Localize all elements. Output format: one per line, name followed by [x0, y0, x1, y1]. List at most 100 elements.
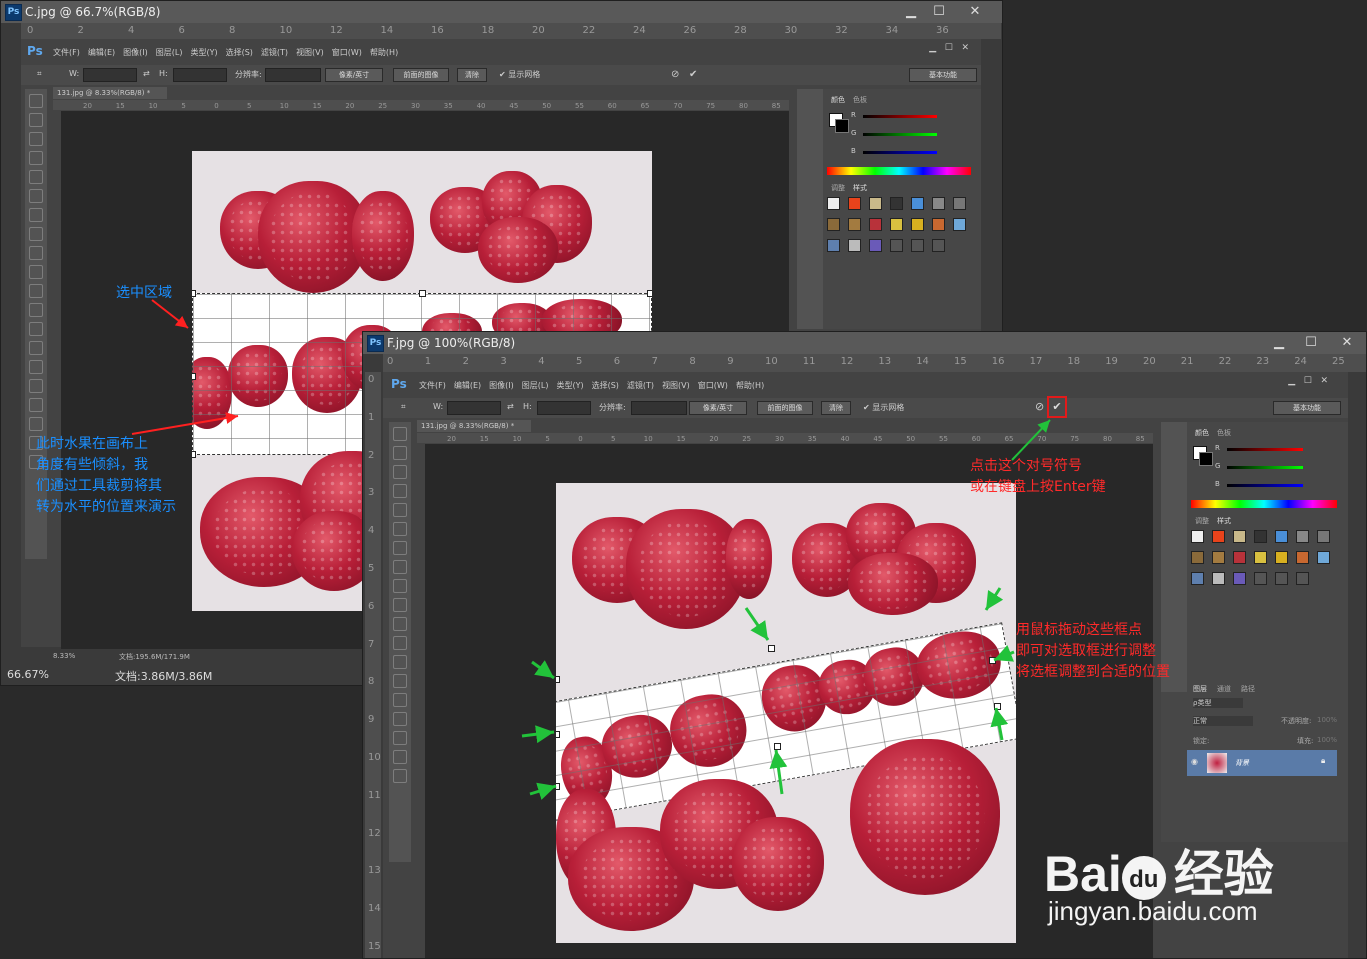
style-swatch[interactable]: [1191, 551, 1204, 564]
channels-tab[interactable]: 通道: [1217, 684, 1231, 694]
crop-handle[interactable]: [556, 783, 560, 790]
tool-icon[interactable]: [393, 503, 407, 517]
front-image-button[interactable]: 前面的图像: [393, 68, 449, 82]
tool-icon[interactable]: [29, 208, 43, 222]
menu-item[interactable]: 文件(F): [419, 380, 446, 391]
menu-item[interactable]: 选择(S): [592, 380, 619, 391]
front-titlebar[interactable]: Ps F.jpg @ 100%(RGB/8) ▁ ☐ ✕: [363, 332, 1366, 354]
minimize-icon[interactable]: ▁: [1261, 333, 1297, 353]
style-swatch[interactable]: [1212, 551, 1225, 564]
tool-icon[interactable]: [393, 484, 407, 498]
style-swatch[interactable]: [1191, 572, 1204, 585]
menu-item[interactable]: 窗口(W): [332, 47, 362, 58]
crop-handle[interactable]: [556, 676, 560, 683]
color-tab[interactable]: 颜色: [1195, 428, 1209, 438]
style-swatch[interactable]: [1212, 530, 1225, 543]
cancel-icon[interactable]: ⊘: [1035, 400, 1044, 413]
adjust-tab[interactable]: 调整: [1195, 516, 1209, 526]
style-swatch[interactable]: [1254, 572, 1267, 585]
r-slider[interactable]: [1227, 448, 1303, 451]
tool-icon[interactable]: [29, 265, 43, 279]
tool-icon[interactable]: [29, 379, 43, 393]
style-swatch[interactable]: [890, 197, 903, 210]
menu-item[interactable]: 帮助(H): [370, 47, 398, 58]
tool-icon[interactable]: [29, 341, 43, 355]
styles-tab[interactable]: 样式: [1217, 516, 1231, 526]
style-swatch[interactable]: [1233, 572, 1246, 585]
r-slider[interactable]: [863, 115, 937, 118]
tool-icon[interactable]: [29, 417, 43, 431]
style-swatch[interactable]: [827, 197, 840, 210]
resolution-field[interactable]: [265, 68, 321, 82]
layer-row-background[interactable]: ◉ 背景 🔒︎: [1187, 750, 1337, 776]
close-icon[interactable]: ✕: [955, 2, 995, 22]
style-swatch[interactable]: [1275, 530, 1288, 543]
tool-icon[interactable]: [393, 731, 407, 745]
front-image-button[interactable]: 前面的图像: [757, 401, 813, 415]
spectrum-bar[interactable]: [827, 167, 971, 175]
style-swatch[interactable]: [911, 197, 924, 210]
crop-handle[interactable]: [647, 290, 652, 297]
style-swatch[interactable]: [848, 197, 861, 210]
width-field[interactable]: [447, 401, 501, 415]
menu-item[interactable]: 窗口(W): [698, 380, 728, 391]
commit-check-button[interactable]: ✔: [1047, 396, 1067, 418]
menu-item[interactable]: 滤镜(T): [627, 380, 654, 391]
clear-button[interactable]: 清除: [457, 68, 487, 82]
fill-value[interactable]: 100%: [1317, 736, 1337, 744]
tool-icon[interactable]: [393, 750, 407, 764]
tool-icon[interactable]: [29, 132, 43, 146]
tool-icon[interactable]: [29, 227, 43, 241]
workspace-select[interactable]: 基本功能: [1273, 401, 1341, 415]
cancel-icon[interactable]: ⊘: [671, 69, 679, 80]
background-color-swatch[interactable]: [835, 119, 849, 133]
style-swatch[interactable]: [1191, 530, 1204, 543]
tool-icon[interactable]: [29, 284, 43, 298]
crop-tool-icon[interactable]: ⌗: [401, 402, 406, 412]
maximize-icon[interactable]: ☐: [921, 2, 957, 22]
paths-tab[interactable]: 路径: [1241, 684, 1255, 694]
style-swatch[interactable]: [1275, 572, 1288, 585]
layer-kind-filter[interactable]: ρ类型: [1193, 698, 1243, 708]
tool-icon[interactable]: [393, 446, 407, 460]
layers-tab[interactable]: 图层: [1193, 684, 1207, 694]
workspace-select[interactable]: 基本功能: [909, 68, 977, 82]
swatches-tab[interactable]: 色板: [853, 95, 867, 105]
tool-icon[interactable]: [393, 693, 407, 707]
style-swatch[interactable]: [827, 218, 840, 231]
front-doc-tab[interactable]: 131.jpg @ 8.33%(RGB/8) *: [417, 420, 531, 432]
style-swatch[interactable]: [1296, 551, 1309, 564]
tool-icon[interactable]: [393, 579, 407, 593]
crop-handle[interactable]: [994, 703, 1001, 710]
b-slider[interactable]: [1227, 484, 1303, 487]
style-swatch[interactable]: [1233, 530, 1246, 543]
tool-icon[interactable]: [393, 674, 407, 688]
swatches-tab[interactable]: 色板: [1217, 428, 1231, 438]
crop-handle[interactable]: [774, 743, 781, 750]
b-slider[interactable]: [863, 151, 937, 154]
tool-icon[interactable]: [393, 560, 407, 574]
style-swatches[interactable]: [1191, 530, 1341, 600]
style-swatch[interactable]: [848, 218, 861, 231]
style-swatch[interactable]: [932, 218, 945, 231]
style-swatch[interactable]: [953, 197, 966, 210]
styles-tab[interactable]: 样式: [853, 183, 867, 193]
style-swatch[interactable]: [869, 218, 882, 231]
tool-icon[interactable]: [29, 322, 43, 336]
menu-item[interactable]: 图像(I): [489, 380, 514, 391]
tool-icon[interactable]: [393, 617, 407, 631]
unit-select[interactable]: 像素/英寸: [689, 401, 747, 415]
crop-handle[interactable]: [192, 373, 196, 380]
g-slider[interactable]: [1227, 466, 1303, 469]
maximize-icon[interactable]: ☐: [1293, 333, 1329, 353]
adjust-tab[interactable]: 调整: [831, 183, 845, 193]
background-color-swatch[interactable]: [1199, 452, 1213, 466]
style-swatch[interactable]: [1296, 572, 1309, 585]
tool-icon[interactable]: [29, 246, 43, 260]
tool-icon[interactable]: [29, 360, 43, 374]
menu-item[interactable]: 视图(V): [296, 47, 324, 58]
resolution-field[interactable]: [631, 401, 687, 415]
blend-mode-select[interactable]: 正常: [1193, 716, 1253, 726]
crop-handle[interactable]: [419, 290, 426, 297]
swap-icon[interactable]: ⇄: [143, 69, 150, 78]
